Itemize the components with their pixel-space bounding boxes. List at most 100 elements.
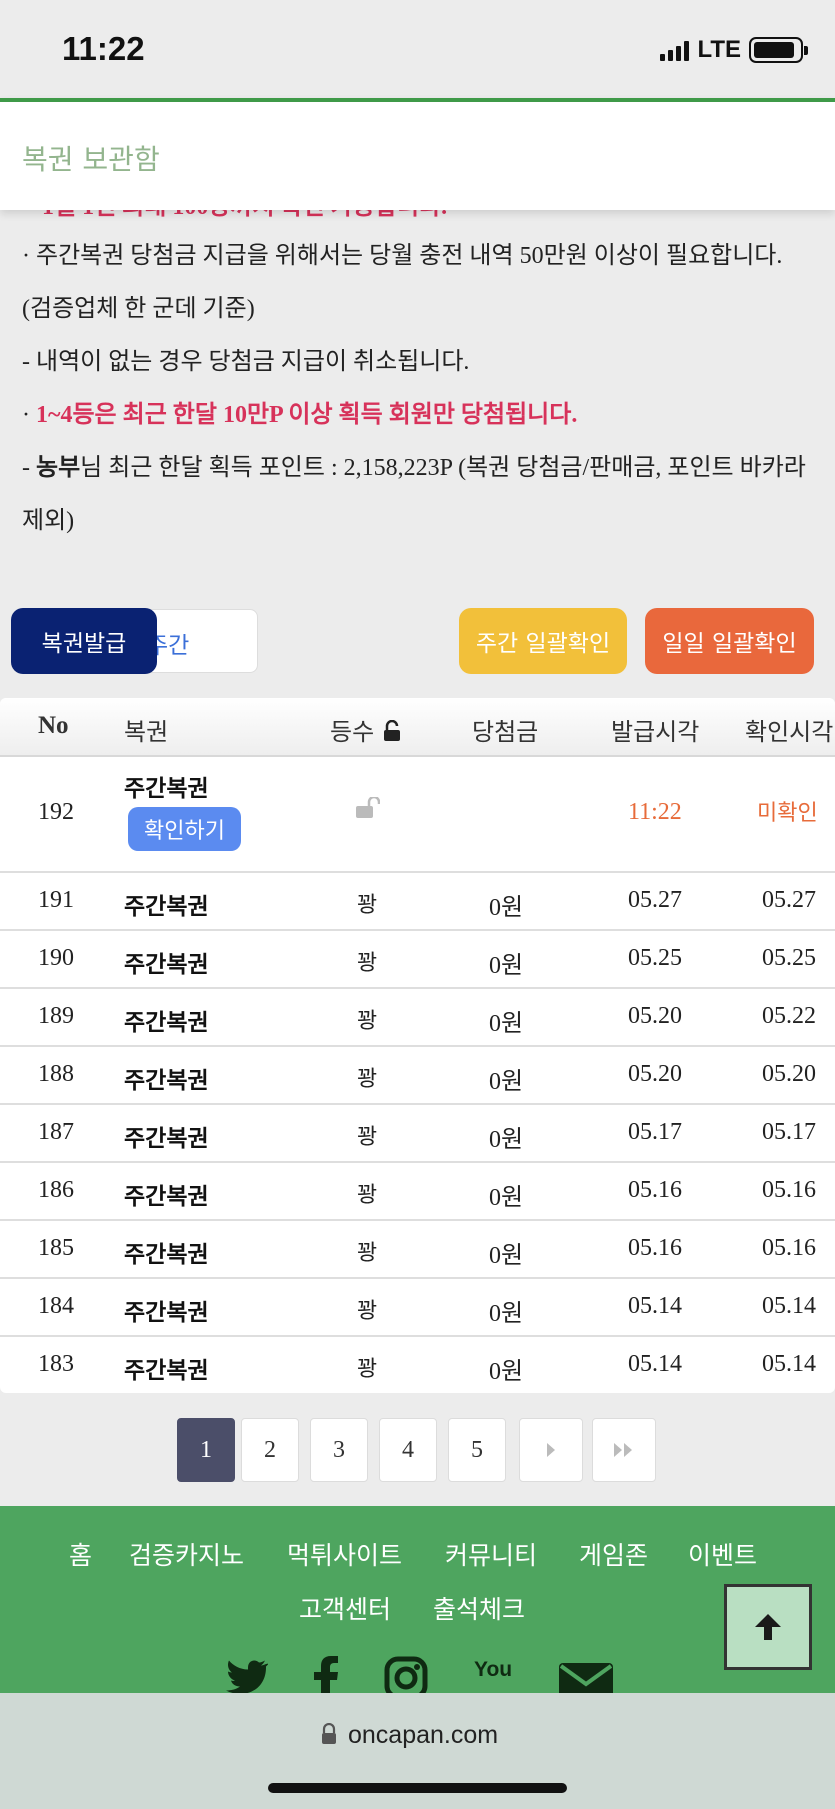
battery-icon (749, 37, 808, 63)
row-name: 주간복권 (124, 1184, 209, 1210)
table-row: 190 주간복권 꽝 0원 05.25 05.25 (0, 931, 835, 989)
footer-nav-community[interactable]: 커뮤니티 (445, 1536, 537, 1572)
row-no: 189 (38, 1003, 74, 1029)
row-name: 주간복권 (124, 952, 209, 978)
row-name: 주간복권 (124, 1300, 209, 1326)
row-checked: 05.17 (762, 1119, 816, 1145)
header-prize: 당첨금 (472, 718, 539, 746)
row-rank: 꽝 (357, 1067, 378, 1092)
lock-icon (322, 1723, 336, 1744)
row-name: 주간복권 (124, 1010, 209, 1036)
row-no: 185 (38, 1235, 74, 1261)
row-rank: 꽝 (357, 951, 378, 976)
footer-nav-scam-sites[interactable]: 먹튀사이트 (287, 1536, 402, 1572)
page-5-button[interactable]: 5 (448, 1418, 506, 1482)
signal-icon (660, 39, 690, 61)
mail-icon[interactable] (558, 1662, 614, 1693)
page-3-button[interactable]: 3 (310, 1418, 368, 1482)
instagram-icon[interactable] (384, 1656, 428, 1693)
notice-line-eligibility: · 1~4등은 최근 한달 10만P 이상 획득 회원만 당첨됩니다. (22, 389, 812, 442)
row-checked: 05.14 (762, 1293, 816, 1319)
site-footer: 홈 검증카지노 먹튀사이트 커뮤니티 게임존 이벤트 고객센터 출석체크 You (0, 1506, 835, 1693)
scroll-to-top-button[interactable] (724, 1584, 812, 1670)
footer-nav-verified-casino[interactable]: 검증카지노 (129, 1536, 244, 1572)
row-prize: 0원 (489, 1243, 524, 1269)
footer-nav-game-zone[interactable]: 게임존 (579, 1536, 648, 1572)
header-no: No (38, 712, 69, 739)
table-row: 191 주간복권 꽝 0원 05.27 05.27 (0, 873, 835, 931)
next-page-button[interactable] (519, 1418, 583, 1482)
daily-bulk-check-button[interactable]: 일일 일괄확인 (645, 608, 814, 674)
eligibility-text: 1~4등은 최근 한달 10만P 이상 획득 회원만 당첨됩니다. (36, 402, 578, 428)
footer-nav-home[interactable]: 홈 (69, 1536, 92, 1572)
notice-line-points: - 농부님 최근 한달 획득 포인트 : 2,158,223P (복권 당첨금/… (22, 442, 812, 548)
facebook-icon[interactable] (312, 1656, 340, 1693)
header-name: 복권 (124, 718, 169, 746)
row-rank: 꽝 (357, 1009, 378, 1034)
row-checked: 05.27 (762, 887, 816, 913)
row-prize: 0원 (489, 1127, 524, 1153)
row-no: 184 (38, 1293, 74, 1319)
notice-line-charge: · 주간복권 당첨금 지급을 위해서는 당월 충전 내역 50만원 이상이 필요… (22, 243, 783, 322)
row-rank: 꽝 (357, 1357, 378, 1382)
row-rank: 꽝 (357, 1299, 378, 1324)
table-header: No 복권 등수 당첨금 발급시각 확인시각 (0, 698, 835, 757)
youtube-icon[interactable]: You (474, 1658, 512, 1682)
row-no: 186 (38, 1177, 74, 1203)
footer-nav-events[interactable]: 이벤트 (688, 1536, 757, 1572)
page-title: 복권 보관함 (22, 143, 160, 176)
row-issued: 05.17 (628, 1119, 682, 1145)
page-2-button[interactable]: 2 (241, 1418, 299, 1482)
row-checked: 05.16 (762, 1177, 816, 1203)
row-name: 주간복권 (124, 776, 209, 802)
row-issued: 05.25 (628, 945, 682, 971)
next-icon (547, 1443, 555, 1457)
table-row: 184 주간복권 꽝 0원 05.14 05.14 (0, 1279, 835, 1337)
row-prize: 0원 (489, 953, 524, 979)
footer-nav-attendance[interactable]: 출석체크 (433, 1590, 525, 1626)
table-row: 186 주간복권 꽝 0원 05.16 05.16 (0, 1163, 835, 1221)
status-time: 11:22 (62, 30, 145, 67)
weekly-bulk-check-button[interactable]: 주간 일괄확인 (459, 608, 627, 674)
row-prize: 0원 (489, 1185, 524, 1211)
user-name: 농부 (36, 455, 81, 481)
table-row: 185 주간복권 꽝 0원 05.16 05.16 (0, 1221, 835, 1279)
row-checked: 05.16 (762, 1235, 816, 1261)
table-row: 192 주간복권 확인하기 11:22 미확인 (0, 757, 835, 873)
table-row: 188 주간복권 꽝 0원 05.20 05.20 (0, 1047, 835, 1105)
row-rank: 꽝 (357, 1241, 378, 1266)
row-checked: 05.20 (762, 1061, 816, 1087)
row-checked: 미확인 (757, 801, 818, 826)
row-name: 주간복권 (124, 1358, 209, 1384)
table-row: 187 주간복권 꽝 0원 05.17 05.17 (0, 1105, 835, 1163)
notice-line-cancel: - 내역이 없는 경우 당첨금 지급이 취소됩니다. (22, 349, 470, 375)
url-text[interactable]: oncapan.com (348, 1721, 498, 1750)
row-checked: 05.25 (762, 945, 816, 971)
lock-icon[interactable] (382, 720, 402, 742)
row-no: 187 (38, 1119, 74, 1145)
last-page-button[interactable] (592, 1418, 656, 1482)
row-checked: 05.22 (762, 1003, 816, 1029)
page-1-button[interactable]: 1 (177, 1418, 235, 1482)
row-name: 주간복권 (124, 1242, 209, 1268)
row-prize: 0원 (489, 1301, 524, 1327)
footer-nav-support[interactable]: 고객센터 (299, 1590, 391, 1626)
header-rank[interactable]: 등수 (330, 712, 402, 747)
row-no: 188 (38, 1061, 74, 1087)
header-issued: 발급시각 (611, 718, 700, 746)
network-label: LTE (697, 36, 741, 63)
header-checked: 확인시각 (745, 718, 834, 746)
status-indicators: LTE (660, 36, 808, 64)
dash: - (22, 455, 36, 481)
row-no: 192 (38, 799, 74, 825)
row-issued: 05.20 (628, 1003, 682, 1029)
issue-lottery-button[interactable]: 복권발급 (11, 608, 157, 674)
row-no: 190 (38, 945, 74, 971)
twitter-icon[interactable] (222, 1656, 268, 1693)
home-indicator[interactable] (268, 1783, 567, 1793)
browser-url-bar: oncapan.com (0, 1693, 835, 1809)
row-issued: 05.16 (628, 1235, 682, 1261)
row-name: 주간복권 (124, 894, 209, 920)
confirm-button[interactable]: 확인하기 (128, 807, 241, 851)
page-4-button[interactable]: 4 (379, 1418, 437, 1482)
